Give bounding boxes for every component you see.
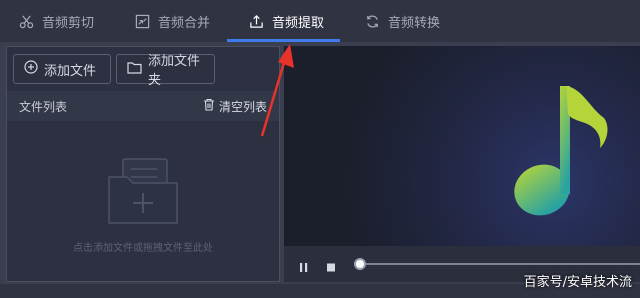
media-player: [284, 46, 640, 282]
music-note-icon: [512, 78, 612, 232]
tab-audio-convert[interactable]: 音频转换: [364, 0, 440, 42]
pause-icon[interactable]: [299, 258, 309, 277]
file-drop-zone[interactable]: 点击添加文件或拖拽文件至此处: [7, 121, 279, 281]
tab-label: 音频提取: [272, 15, 325, 31]
file-list-title: 文件列表: [19, 99, 68, 114]
tab-label: 音频合并: [158, 15, 211, 31]
add-folder-label: 添加文件夹: [148, 54, 201, 88]
add-file-button[interactable]: 添加文件: [13, 54, 111, 84]
add-file-label: 添加文件: [44, 63, 97, 79]
tab-audio-merge[interactable]: 音频合并: [134, 0, 210, 42]
tab-label: 音频剪切: [42, 15, 95, 31]
folder-icon: [127, 61, 142, 78]
convert-icon: [364, 13, 380, 29]
scissors-icon: [18, 13, 34, 29]
tab-bar: 音频剪切 音频合并 音频提取 音频转换: [0, 0, 640, 42]
tab-audio-cut[interactable]: 音频剪切: [18, 0, 94, 42]
watermark: 百家号/安卓技术流: [523, 275, 632, 290]
empty-hint: 点击添加文件或拖拽文件至此处: [73, 243, 213, 254]
progress-handle[interactable]: [354, 258, 366, 270]
tab-label: 音频转换: [388, 15, 441, 31]
merge-icon: [134, 13, 150, 29]
progress-track[interactable]: [360, 263, 640, 265]
plus-circle-icon: [24, 60, 38, 78]
extract-icon: [248, 13, 264, 29]
trash-icon: [203, 98, 215, 114]
stop-icon[interactable]: [326, 258, 336, 277]
add-folder-button[interactable]: 添加文件夹: [116, 54, 215, 88]
file-list-header: 文件列表 清空列表: [7, 91, 279, 121]
red-arrow-annotation: [254, 40, 302, 144]
file-panel: 添加文件 添加文件夹 文件列表 清空列表 点击添加文件或拖拽文件至此处: [6, 46, 280, 282]
add-folder-placeholder-icon: [105, 157, 181, 231]
preview-stage: [284, 46, 640, 246]
tab-audio-extract[interactable]: 音频提取: [248, 0, 324, 42]
